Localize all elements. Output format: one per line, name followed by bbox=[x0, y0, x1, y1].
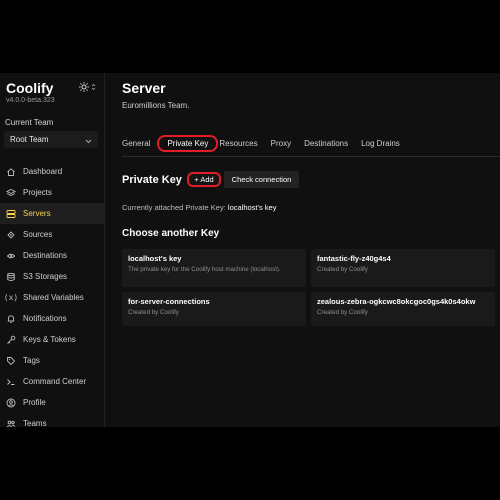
theme-toggle-button[interactable] bbox=[76, 80, 98, 94]
bell-icon bbox=[5, 313, 17, 325]
key-card-name: for-server-connections bbox=[128, 297, 210, 306]
check-connection-button[interactable]: Check connection bbox=[224, 171, 299, 188]
sidebar-item-label: Dashboard bbox=[23, 167, 63, 176]
server-icon bbox=[5, 208, 17, 220]
key-card-description: Created by Coolify bbox=[317, 266, 368, 273]
sidebar-item-destinations[interactable]: Destinations bbox=[0, 245, 104, 266]
sun-icon bbox=[78, 82, 89, 92]
private-key-heading: Private Key bbox=[122, 174, 182, 186]
terminal-icon bbox=[5, 376, 17, 388]
variables-icon: (x) bbox=[3, 293, 19, 302]
app-window: Coolify v4.0.0-beta.323 Current Team Roo… bbox=[0, 73, 500, 427]
chevron-updown-icon bbox=[91, 83, 96, 91]
choose-key-heading: Choose another Key bbox=[122, 228, 220, 239]
sidebar-item-teams[interactable]: Teams bbox=[0, 413, 104, 427]
team-select[interactable]: Root Team bbox=[4, 131, 98, 148]
home-icon bbox=[5, 166, 17, 178]
sidebar-item-sources[interactable]: Sources bbox=[0, 224, 104, 245]
sidebar-item-label: Notifications bbox=[23, 314, 67, 323]
key-icon bbox=[5, 334, 17, 346]
tab-proxy[interactable]: Proxy bbox=[271, 139, 291, 148]
add-key-button[interactable]: + Add bbox=[187, 172, 221, 187]
sidebar-item-label: Tags bbox=[23, 356, 40, 365]
users-icon bbox=[5, 418, 17, 428]
key-card-description: Created by Coolify bbox=[128, 309, 179, 316]
tab-general[interactable]: General bbox=[122, 139, 150, 148]
tab-destinations[interactable]: Destinations bbox=[304, 139, 348, 148]
attached-key-prefix: Currently attached Private Key: bbox=[122, 203, 226, 212]
key-card-description: The private key for the Coolify host mac… bbox=[128, 266, 281, 273]
tab-log-drains[interactable]: Log Drains bbox=[361, 139, 400, 148]
sidebar: Coolify v4.0.0-beta.323 Current Team Roo… bbox=[0, 73, 105, 427]
sidebar-item-label: S3 Storages bbox=[23, 272, 68, 281]
page-subtitle: Euromillions Team. bbox=[122, 101, 190, 110]
app-logo[interactable]: Coolify bbox=[6, 80, 53, 96]
sidebar-item-dashboard[interactable]: Dashboard bbox=[0, 161, 104, 182]
sidebar-nav: Dashboard Projects Servers Sources Desti… bbox=[0, 161, 104, 427]
sidebar-item-label: Destinations bbox=[23, 251, 68, 260]
sidebar-item-label: Teams bbox=[23, 419, 47, 427]
sidebar-item-notifications[interactable]: Notifications bbox=[0, 308, 104, 329]
sidebar-item-tags[interactable]: Tags bbox=[0, 350, 104, 371]
key-card-localhost[interactable]: localhost's key The private key for the … bbox=[122, 249, 306, 287]
key-card-name: fantastic-fly-z40g4s4 bbox=[317, 254, 391, 263]
chevron-down-icon bbox=[85, 131, 92, 149]
key-card-fantastic-fly[interactable]: fantastic-fly-z40g4s4 Created by Coolify bbox=[311, 249, 495, 287]
layers-icon bbox=[5, 187, 17, 199]
sidebar-item-label: Servers bbox=[23, 209, 51, 218]
sidebar-item-label: Profile bbox=[23, 398, 46, 407]
sidebar-item-profile[interactable]: Profile bbox=[0, 392, 104, 413]
page-title: Server bbox=[122, 80, 166, 96]
destination-icon bbox=[5, 250, 17, 262]
sidebar-item-label: Projects bbox=[23, 188, 52, 197]
key-card-description: Created by Coolify bbox=[317, 309, 368, 316]
sidebar-item-command-center[interactable]: Command Center bbox=[0, 371, 104, 392]
key-card-name: localhost's key bbox=[128, 254, 182, 263]
sidebar-item-label: Sources bbox=[23, 230, 53, 239]
attached-key-text: Currently attached Private Key: localhos… bbox=[122, 203, 276, 212]
sidebar-item-projects[interactable]: Projects bbox=[0, 182, 104, 203]
tabs-divider bbox=[122, 156, 500, 157]
app-version: v4.0.0-beta.323 bbox=[6, 97, 55, 104]
sidebar-item-s3-storages[interactable]: S3 Storages bbox=[0, 266, 104, 287]
tab-private-key[interactable]: Private Key bbox=[157, 134, 219, 152]
sidebar-item-keys-tokens[interactable]: Keys & Tokens bbox=[0, 329, 104, 350]
key-card-zealous-zebra[interactable]: zealous-zebra-ogkcwc8okcgoc0gs4k0s4okw C… bbox=[311, 292, 495, 326]
sidebar-item-label: Keys & Tokens bbox=[23, 335, 76, 344]
sidebar-item-servers[interactable]: Servers bbox=[0, 203, 104, 224]
team-select-value: Root Team bbox=[10, 135, 49, 144]
sidebar-item-label: Shared Variables bbox=[23, 293, 84, 302]
attached-key-name: localhost's key bbox=[227, 203, 277, 212]
tab-resources[interactable]: Resources bbox=[219, 139, 257, 148]
current-team-label: Current Team bbox=[5, 118, 54, 127]
main-content: Server Euromillions Team. General Privat… bbox=[105, 73, 500, 427]
server-tabs: General Private Key Resources Proxy Dest… bbox=[122, 134, 400, 152]
database-icon bbox=[5, 271, 17, 283]
key-card-for-server-connections[interactable]: for-server-connections Created by Coolif… bbox=[122, 292, 306, 326]
tag-icon bbox=[5, 355, 17, 367]
user-icon bbox=[5, 397, 17, 409]
sidebar-item-label: Command Center bbox=[23, 377, 87, 386]
key-card-name: zealous-zebra-ogkcwc8okcgoc0gs4k0s4okw bbox=[317, 297, 476, 306]
git-branch-icon bbox=[5, 229, 17, 241]
sidebar-item-shared-variables[interactable]: (x) Shared Variables bbox=[0, 287, 104, 308]
